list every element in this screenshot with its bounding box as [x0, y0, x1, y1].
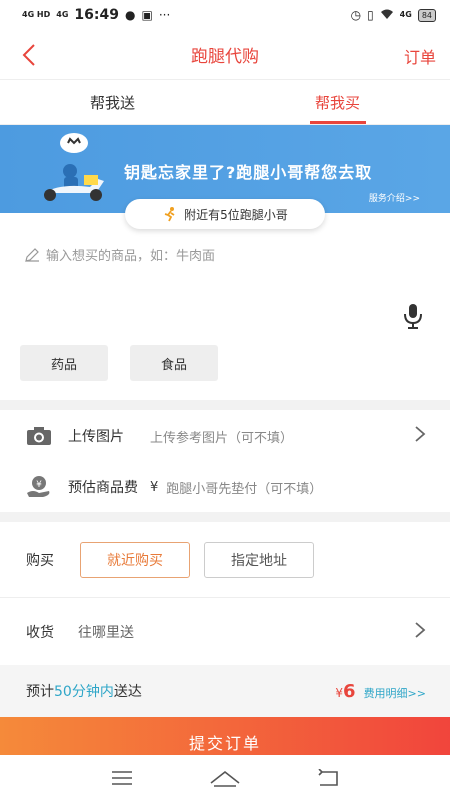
buy-nearby-button[interactable]: 就近购买 — [80, 541, 190, 578]
service-intro-link[interactable]: 服务介绍>> — [369, 191, 420, 204]
wifi-icon — [380, 8, 394, 23]
estimated-goods-fee-row[interactable]: ¥ 预估商品费 ¥ 跑腿小哥先垫付（可不填） — [0, 462, 450, 512]
alarm-icon: ◷ — [350, 8, 362, 22]
pencil-icon — [25, 247, 39, 262]
status-left: 4G HD 4G 16:49 ● ▣ ··· — [22, 7, 170, 23]
orders-link[interactable]: 订单 — [404, 44, 436, 68]
chevron-left-icon — [22, 44, 35, 66]
section-divider — [0, 400, 450, 410]
price-total: ¥6 — [335, 681, 355, 702]
price-summary: ¥6 费用明细>> — [335, 681, 426, 702]
status-right: ◷ ▯ 4G 84 — [351, 8, 436, 23]
specified-address-button[interactable]: 指定地址 — [204, 541, 314, 578]
menu-nav-button[interactable] — [107, 766, 137, 790]
delivery-address-row[interactable]: 收货 往哪里送 — [0, 598, 450, 665]
estimate-text: 预计50分钟内送达 — [26, 681, 142, 701]
more-indicator: ··· — [158, 8, 171, 22]
battery-indicator: 84 — [417, 8, 436, 22]
svg-text:¥: ¥ — [36, 480, 42, 490]
purchase-label: 购买 — [26, 552, 54, 569]
system-nav-bar — [0, 755, 450, 800]
back-button[interactable] — [16, 40, 46, 70]
banner-headline: 钥匙忘家里了?跑腿小哥帮您去取 — [124, 163, 373, 182]
promo-banner[interactable]: 钥匙忘家里了?跑腿小哥帮您去取 服务介绍>> 附近有5位跑腿小哥 — [0, 125, 450, 229]
quick-category-chips: 药品 食品 — [0, 345, 450, 400]
goods-input-placeholder: 输入想买的商品，如：牛肉面 — [46, 249, 216, 264]
network-label: 4G — [399, 10, 412, 19]
page-title: 跑腿代购 — [191, 47, 259, 67]
status-time: 16:49 — [74, 7, 119, 23]
nav-bar: 跑腿代购 订单 — [0, 30, 450, 80]
home-nav-button[interactable] — [210, 766, 240, 790]
delivery-estimate-bar: 预计50分钟内送达 ¥6 费用明细>> — [0, 665, 450, 717]
voice-input-button[interactable] — [402, 303, 424, 333]
money-hand-icon: ¥ — [24, 475, 54, 499]
courier-scooter-illustration — [44, 133, 104, 201]
estimated-goods-fee-label: 预估商品费 — [68, 480, 138, 496]
upload-image-row[interactable]: 上传图片 上传参考图片（可不填） — [0, 410, 450, 462]
home-icon — [210, 770, 240, 787]
currency-symbol: ¥ — [150, 479, 159, 495]
tab-buy-for-me[interactable]: 帮我买 — [225, 80, 450, 124]
goods-input[interactable]: 输入想买的商品，如：牛肉面 — [24, 245, 215, 264]
estimate-prefix: 预计 — [26, 684, 54, 700]
notification-icon: ▣ — [141, 8, 153, 22]
message-icon: ● — [124, 8, 136, 22]
vibrate-icon: ▯ — [367, 8, 374, 22]
chevron-right-icon — [414, 621, 426, 643]
upload-image-hint: 上传参考图片（可不填） — [150, 430, 294, 446]
chevron-right-icon — [414, 425, 426, 447]
signal-2-indicator: 4G — [56, 10, 69, 19]
estimate-time: 50分钟内 — [54, 684, 114, 700]
chip-food[interactable]: 食品 — [130, 345, 218, 381]
tab-bar: 帮我送 帮我买 — [0, 80, 450, 125]
camera-icon — [24, 426, 54, 446]
receive-label: 收货 — [26, 624, 54, 641]
signal-1-indicator: 4G HD — [22, 10, 51, 19]
upload-image-label: 上传图片 — [68, 429, 124, 445]
back-nav-button[interactable] — [313, 766, 343, 790]
status-bar: 4G HD 4G 16:49 ● ▣ ··· ◷ ▯ 4G 84 — [0, 0, 450, 30]
menu-icon — [111, 770, 132, 785]
tab-send-for-me[interactable]: 帮我送 — [0, 80, 225, 124]
price-amount: 6 — [343, 680, 356, 702]
estimated-goods-fee-input[interactable]: 跑腿小哥先垫付（可不填） — [166, 478, 322, 497]
fee-detail-link[interactable]: 费用明细>> — [364, 685, 426, 701]
section-divider — [0, 512, 450, 522]
price-currency: ¥ — [335, 685, 344, 700]
return-icon — [318, 768, 339, 786]
purchase-method-row: 购买 就近购买 指定地址 — [0, 522, 450, 598]
microphone-icon — [404, 304, 422, 329]
delivery-address-placeholder: 往哪里送 — [78, 624, 134, 641]
estimate-suffix: 送达 — [113, 684, 142, 700]
goods-input-area[interactable]: 输入想买的商品，如：牛肉面 — [0, 213, 450, 345]
chip-medicine[interactable]: 药品 — [20, 345, 108, 381]
